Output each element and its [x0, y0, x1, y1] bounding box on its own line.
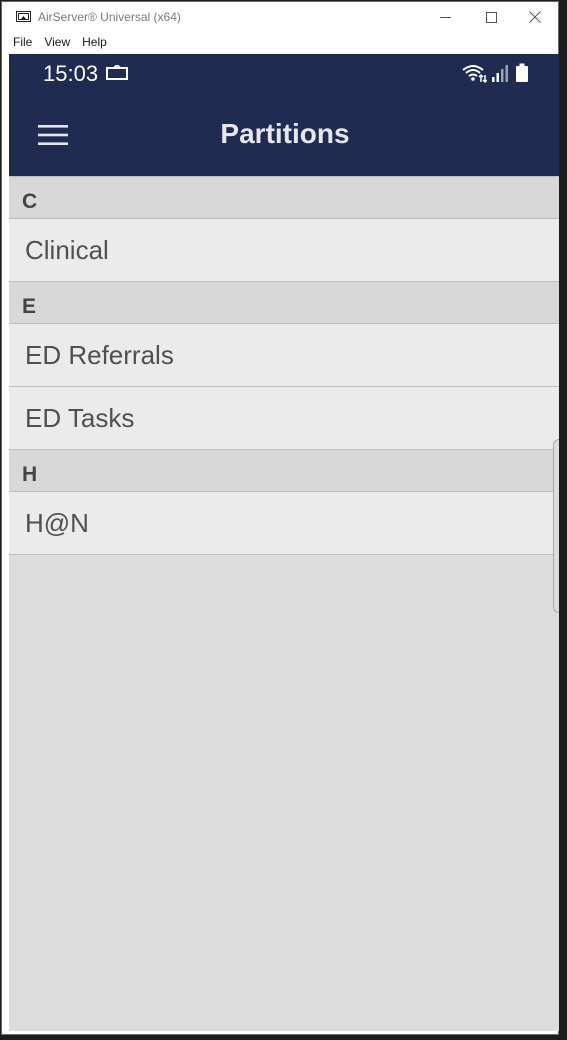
cast-icon	[106, 65, 128, 80]
list-item-label: H@N	[25, 508, 89, 538]
minimize-button[interactable]	[422, 2, 468, 32]
list-item-label: Clinical	[25, 235, 109, 265]
app-bar: Partitions	[9, 94, 559, 176]
list-item-ed-referrals[interactable]: ED Referrals	[9, 323, 559, 386]
phone-status-bar: 15:03	[9, 54, 559, 94]
section-header-label: C	[22, 190, 38, 213]
signal-icon	[492, 65, 508, 82]
menu-view[interactable]: View	[38, 32, 76, 52]
window-title: AirServer® Universal (x64)	[38, 10, 181, 24]
list-item-label: ED Tasks	[25, 403, 135, 433]
mirrored-phone-screen[interactable]: 15:03 Partitions C Clinical E ED Referra…	[9, 54, 559, 1031]
airserver-icon	[16, 11, 31, 22]
partitions-list: C Clinical E ED Referrals ED Tasks H H@N	[9, 176, 559, 555]
close-button[interactable]	[512, 2, 558, 32]
close-icon	[529, 11, 541, 23]
list-item-ed-tasks[interactable]: ED Tasks	[9, 386, 559, 449]
menu-bar: File View Help	[2, 32, 558, 52]
battery-icon	[516, 63, 528, 82]
list-item-label: ED Referrals	[25, 340, 174, 370]
edge-panel-handle[interactable]	[553, 439, 559, 613]
status-clock: 15:03	[43, 61, 99, 86]
menu-help[interactable]: Help	[76, 32, 113, 52]
list-item-h-at-n[interactable]: H@N	[9, 491, 559, 554]
section-header-h: H	[9, 449, 559, 491]
maximize-button[interactable]	[468, 2, 514, 32]
title-bar[interactable]: AirServer® Universal (x64)	[2, 2, 558, 32]
wifi-icon	[462, 65, 487, 83]
list-item-clinical[interactable]: Clinical	[9, 218, 559, 281]
section-header-label: E	[22, 295, 37, 318]
section-header-e: E	[9, 281, 559, 323]
menu-file[interactable]: File	[7, 32, 38, 52]
desktop-frame: AirServer® Universal (x64) File View Hel…	[0, 0, 567, 1040]
page-title: Partitions	[220, 118, 350, 149]
maximize-icon	[485, 11, 497, 23]
section-header-c: C	[9, 176, 559, 218]
minimize-icon	[439, 16, 451, 18]
airserver-window: AirServer® Universal (x64) File View Hel…	[1, 1, 559, 1035]
list-end-divider	[9, 554, 559, 555]
section-header-label: H	[22, 463, 38, 486]
